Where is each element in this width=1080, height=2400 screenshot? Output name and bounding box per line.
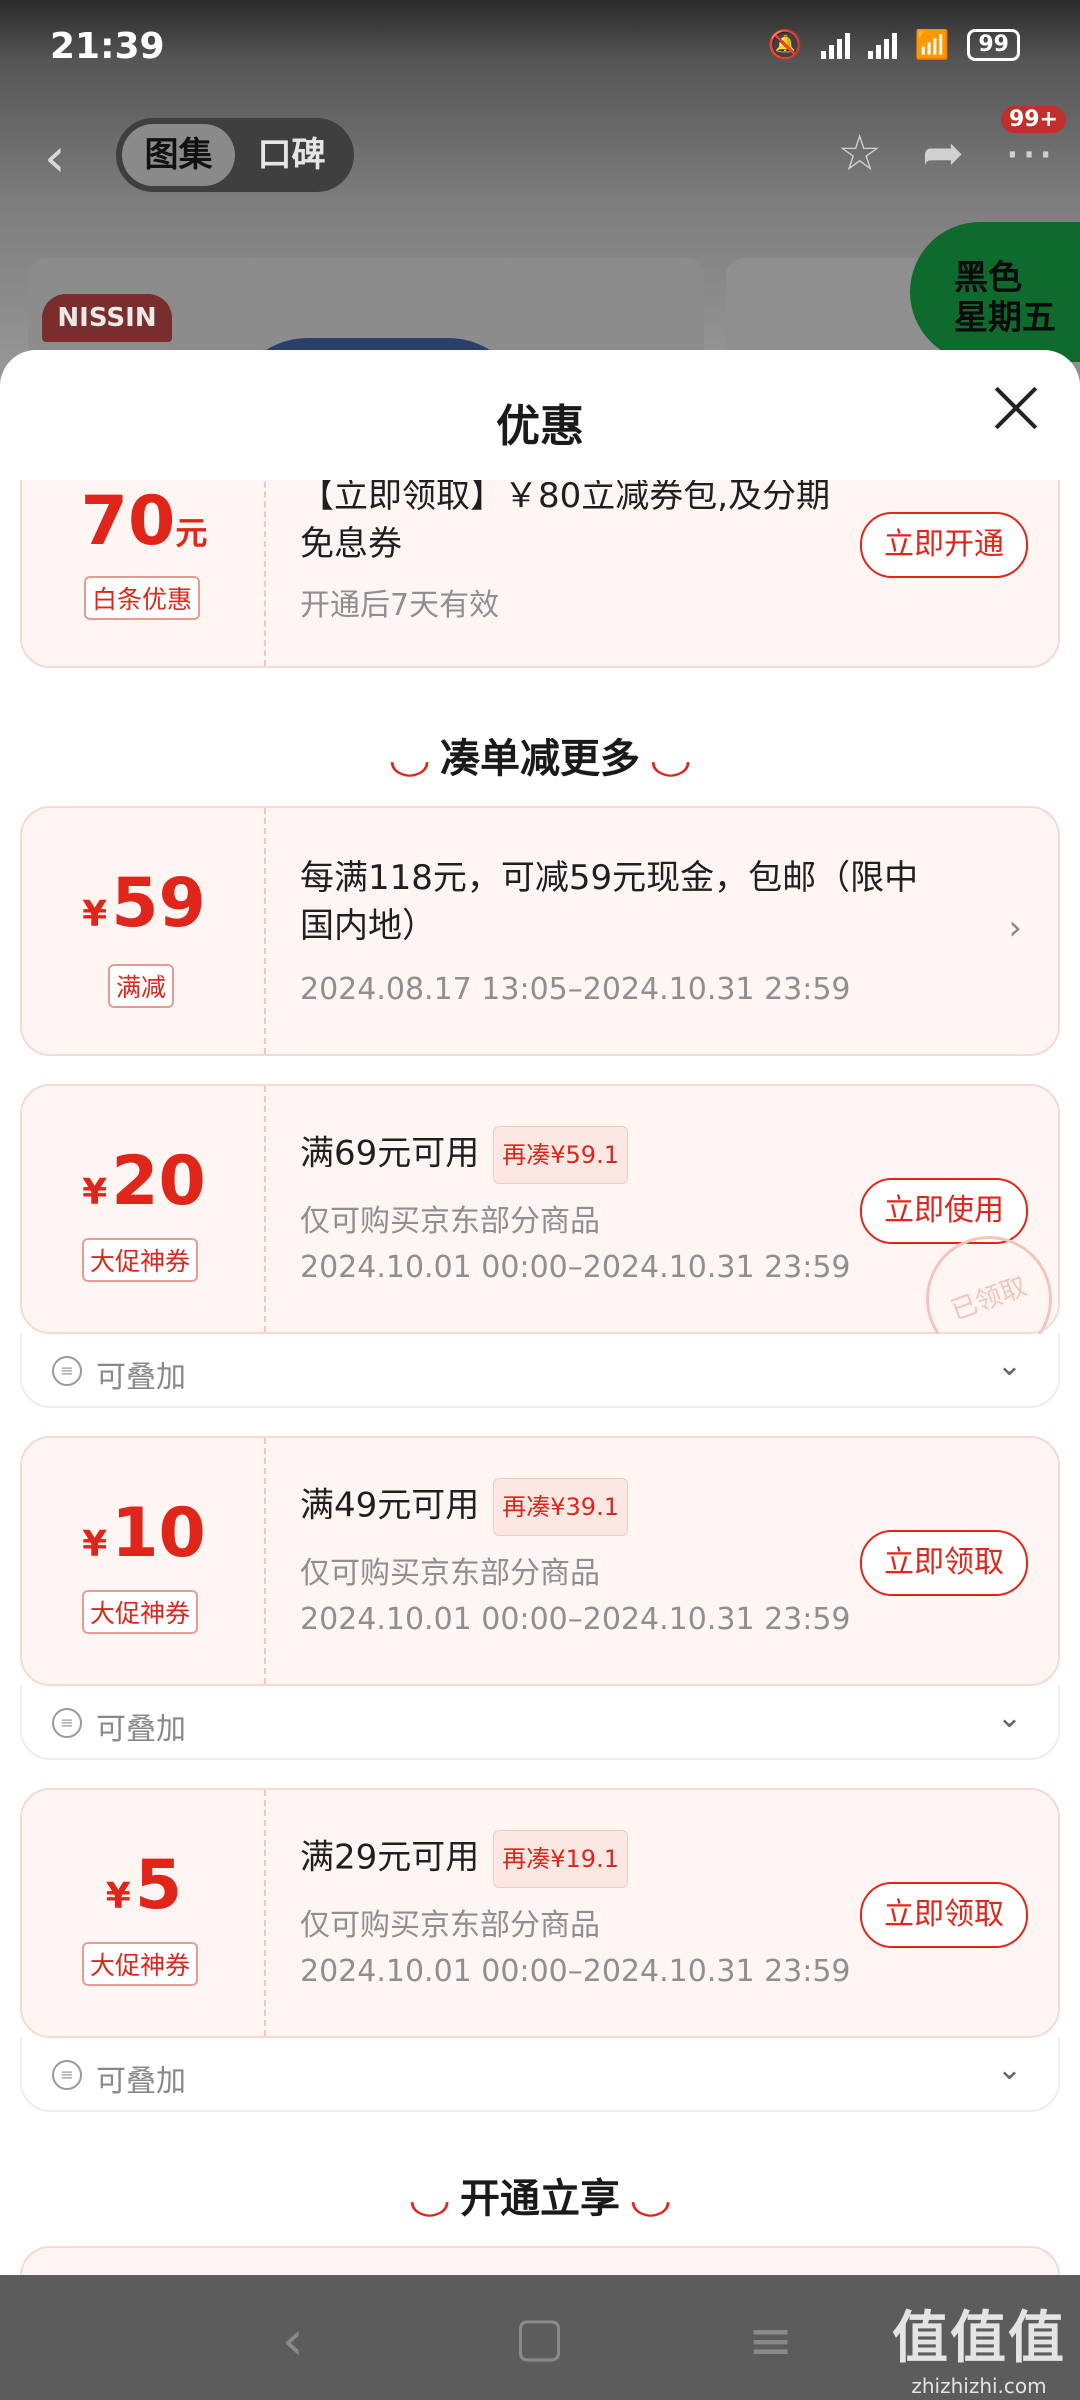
coupon-card[interactable]: ¥59 满减 每满118元，可减59元现金，包邮（限中国内地） 2024.08.… (20, 806, 1060, 1056)
coupon-amount: ¥59 (82, 864, 206, 943)
coupon-tag: 满减 (108, 964, 175, 1008)
coupon-sheet: 优惠 70元 白条优惠 【立即领取】￥80立减券包,及分期免息券 开通后7天有效… (0, 350, 1080, 2275)
chevron-down-icon[interactable]: ⌄ (997, 1700, 1022, 1735)
coupon-card (20, 2246, 1060, 2275)
claim-button[interactable]: 立即领取 (860, 1882, 1028, 1948)
coupon-scope: 仅可购买京东部分商品 (300, 1556, 600, 1591)
tab-reviews[interactable]: 口碑 (235, 124, 348, 186)
status-time: 21:39 (50, 26, 165, 67)
coupon-scope: 仅可购买京东部分商品 (300, 1204, 600, 1239)
claim-button[interactable]: 立即领取 (860, 1530, 1028, 1596)
stackable-label: 可叠加 (96, 1712, 186, 1747)
coupon-date: 2024.10.01 00:00–2024.10.31 23:59 (300, 1250, 851, 1285)
stackable-row[interactable]: ≡ 可叠加 ⌄ (20, 1686, 1060, 1760)
coupon-amount: ¥20 (82, 1142, 206, 1221)
wifi-icon: 📶 (914, 28, 950, 61)
use-now-button[interactable]: 立即使用 (860, 1178, 1028, 1244)
tab-gallery[interactable]: 图集 (122, 124, 235, 186)
coupon-title: 满49元可用 再凑¥39.1 (300, 1478, 628, 1536)
coupon-tag: 大促神券 (82, 1942, 199, 1986)
stack-icon: ≡ (52, 1708, 82, 1738)
coupon-list[interactable]: 70元 白条优惠 【立即领取】￥80立减券包,及分期免息券 开通后7天有效 立即… (0, 480, 1080, 2275)
section-heading: ◡ 开通立享 ◡ (410, 2176, 670, 2222)
chevron-down-icon[interactable]: ⌄ (997, 2052, 1022, 2087)
stackable-label: 可叠加 (96, 1360, 186, 1395)
signal-icon (867, 31, 897, 59)
coupon-scope: 仅可购买京东部分商品 (300, 1908, 600, 1943)
coupon-title: 每满118元，可减59元现金，包邮（限中国内地） (300, 858, 919, 946)
nav-menu-icon[interactable]: ≡ (748, 2309, 793, 2372)
section-heading: ◡ 凑单减更多 ◡ (390, 736, 690, 782)
system-nav-bar: ‹ ▢ ≡ 值值值 zhizhizhi.com (0, 2275, 1080, 2400)
sheet-title: 优惠 (496, 401, 584, 452)
stack-icon: ≡ (52, 1356, 82, 1386)
coupon-amount: ¥10 (82, 1494, 206, 1573)
coupon-date: 2024.10.01 00:00–2024.10.31 23:59 (300, 1602, 851, 1637)
status-icons: 🔕 📶 99 (768, 28, 1020, 61)
smile-icon: ◡ (390, 737, 429, 781)
chevron-right-icon[interactable]: › (1008, 908, 1022, 948)
smile-icon: ◡ (410, 2177, 449, 2221)
view-switch: 图集 口碑 (116, 118, 354, 192)
promo-line: 星期五 (954, 298, 1056, 338)
coupon-validity: 开通后7天有效 (300, 588, 500, 623)
coupon-tag: 白条优惠 (84, 576, 201, 620)
signal-icon (820, 31, 850, 59)
back-icon[interactable]: ‹ (44, 126, 66, 189)
smile-icon: ◡ (631, 2177, 670, 2221)
coupon-title: 满69元可用 再凑¥59.1 (300, 1126, 628, 1184)
mute-icon: 🔕 (767, 28, 803, 61)
remaining-amount-tag: 再凑¥59.1 (493, 1126, 628, 1184)
chevron-down-icon[interactable]: ⌄ (997, 1348, 1022, 1383)
coupon-amount: 70元 (80, 482, 208, 561)
share-icon[interactable]: ➦ (922, 124, 964, 182)
coupon-card: ¥5 大促神券 满29元可用 再凑¥19.1 仅可购买京东部分商品 2024.10… (20, 1788, 1060, 2038)
nav-home-icon[interactable]: ▢ (514, 2305, 565, 2368)
top-bar: ‹ 图集 口碑 ☆ ➦ ⋯ 99+ (0, 106, 1080, 202)
status-bar: 21:39 🔕 📶 99 (0, 0, 1080, 96)
smile-icon: ◡ (651, 737, 690, 781)
coupon-card: ¥20 大促神券 满69元可用 再凑¥59.1 仅可购买京东部分商品 2024.1… (20, 1084, 1070, 1380)
star-icon[interactable]: ☆ (837, 124, 882, 182)
stackable-row[interactable]: ≡ 可叠加 ⌄ (20, 1334, 1060, 1408)
coupon-card: ¥10 大促神券 满49元可用 再凑¥39.1 仅可购买京东部分商品 2024.1… (20, 1436, 1060, 1686)
brand-logo: NISSIN (42, 294, 172, 342)
coupon-title: 满29元可用 再凑¥19.1 (300, 1830, 628, 1888)
coupon-amount: ¥5 (105, 1846, 183, 1925)
battery-icon: 99 (967, 28, 1020, 61)
coupon-card: 70元 白条优惠 【立即领取】￥80立减券包,及分期免息券 开通后7天有效 立即… (20, 480, 1060, 668)
stack-icon: ≡ (52, 2060, 82, 2090)
watermark: 值值值 zhizhizhi.com (892, 2306, 1066, 2398)
remaining-amount-tag: 再凑¥19.1 (493, 1830, 628, 1888)
coupon-tag: 大促神券 (82, 1238, 199, 1282)
nav-back-icon[interactable]: ‹ (282, 2309, 304, 2372)
coupon-title: 【立即领取】￥80立减券包,及分期免息券 (300, 480, 831, 564)
close-icon[interactable] (992, 384, 1040, 432)
activate-button[interactable]: 立即开通 (860, 512, 1028, 578)
promo-badge[interactable]: 黑色 星期五 (910, 222, 1080, 362)
stackable-label: 可叠加 (96, 2064, 186, 2099)
message-badge: 99+ (1000, 106, 1066, 133)
stackable-row[interactable]: ≡ 可叠加 ⌄ (20, 2038, 1060, 2112)
coupon-date: 2024.10.01 00:00–2024.10.31 23:59 (300, 1954, 851, 1989)
promo-line: 黑色 (954, 258, 1022, 298)
remaining-amount-tag: 再凑¥39.1 (493, 1478, 628, 1536)
coupon-date: 2024.08.17 13:05–2024.10.31 23:59 (300, 972, 851, 1007)
coupon-tag: 大促神券 (82, 1590, 199, 1634)
